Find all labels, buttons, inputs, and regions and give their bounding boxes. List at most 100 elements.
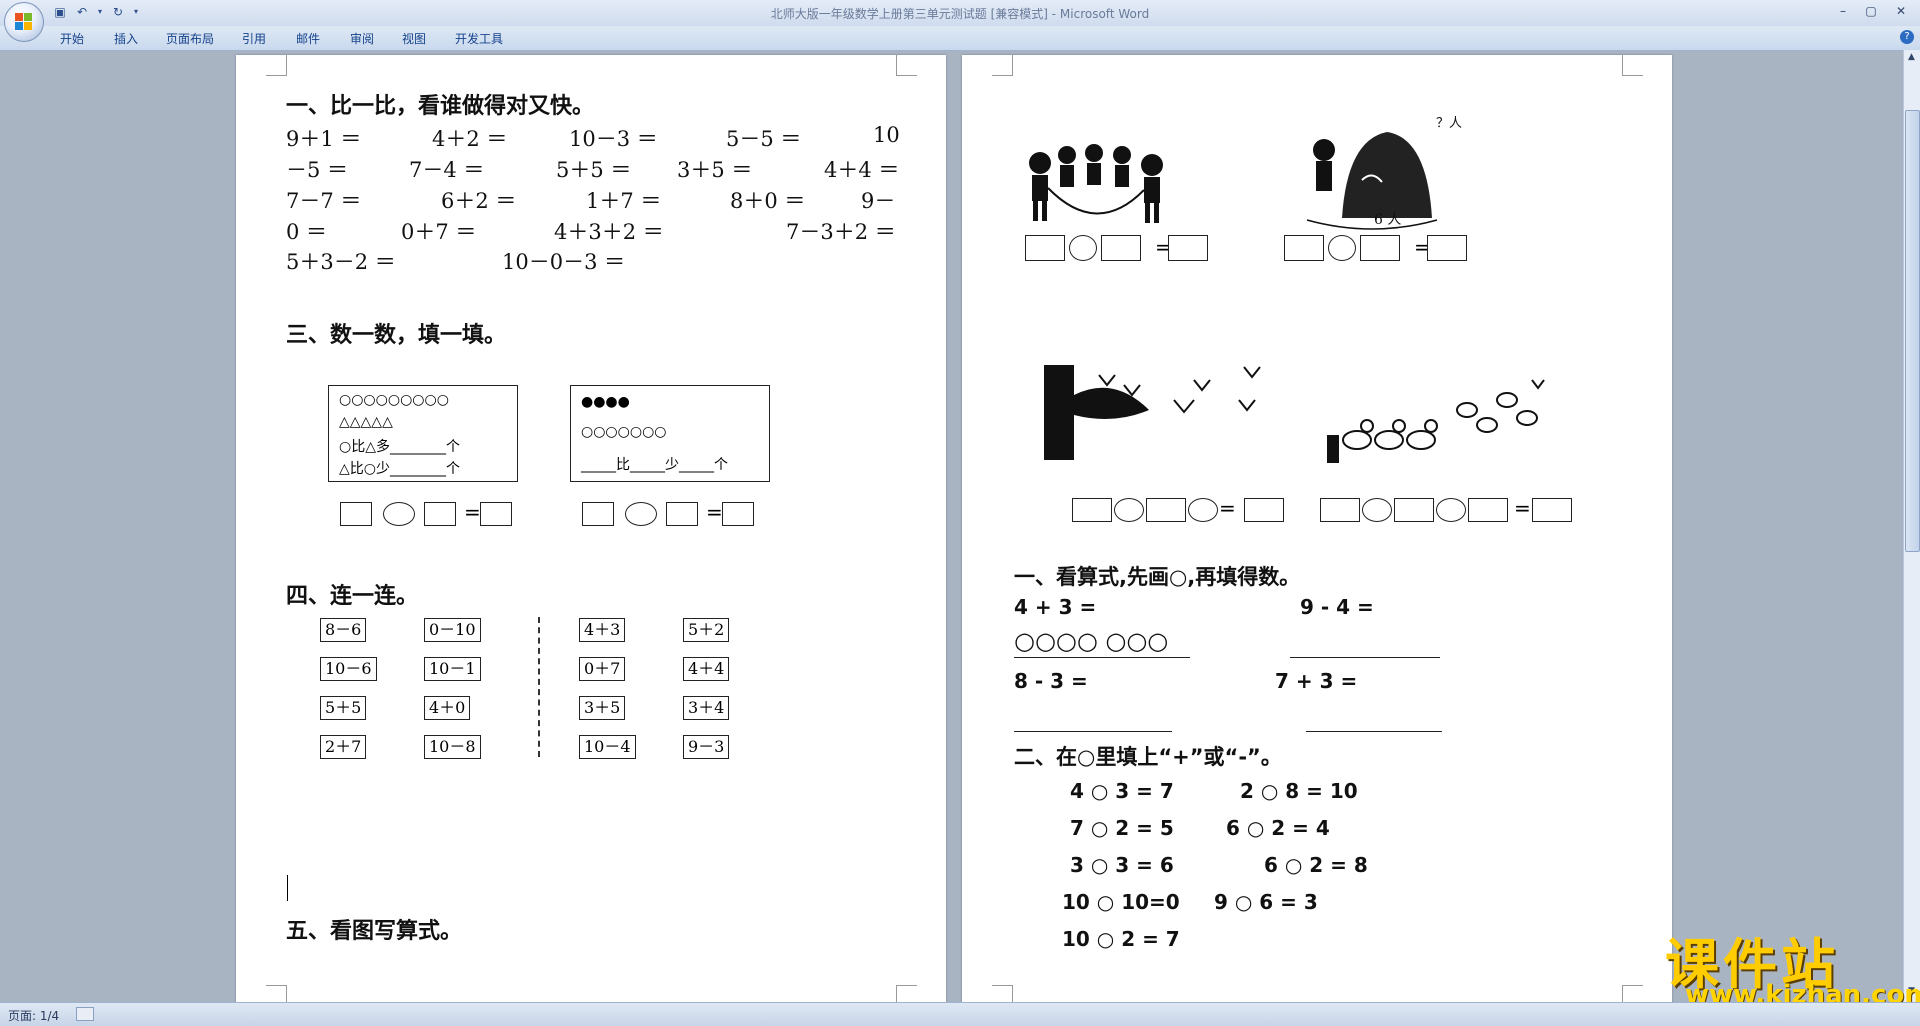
tab-mailings[interactable]: 邮件 (296, 30, 320, 47)
minimize-icon[interactable]: – (1830, 2, 1856, 20)
equation: 4 + 3 = (1014, 595, 1097, 619)
tab-view[interactable]: 视图 (402, 30, 426, 47)
answer-box (1532, 498, 1572, 522)
match-card[interactable]: 9－3 (683, 735, 730, 759)
rock-picture (1306, 132, 1438, 230)
answer-box (1168, 235, 1208, 261)
help-icon[interactable]: ? (1900, 30, 1914, 44)
section-4-title: 四、连一连。 (286, 584, 419, 609)
operator-circle (1328, 235, 1356, 261)
margin-mark (896, 55, 917, 76)
match-card[interactable]: 2＋7 (320, 735, 367, 759)
match-card[interactable]: 10－1 (424, 657, 481, 681)
equation: 9 - 4 = (1300, 595, 1374, 619)
equals-sign: = (1219, 496, 1236, 520)
text-cursor (287, 875, 288, 901)
picture-label: 6 人 (1374, 212, 1402, 228)
equation: 7－7 ＝ (286, 189, 362, 213)
answer-box (722, 502, 754, 526)
comparison-line: △比○少________个 (339, 461, 460, 477)
customize-toolbar-icon[interactable]: ▾ (132, 4, 140, 20)
equation: 6＋2 ＝ (441, 189, 517, 213)
status-bar: 页面: 1/4 (0, 1002, 1920, 1026)
equation: 1＋7 ＝ (586, 189, 662, 213)
match-card[interactable]: 4＋0 (424, 696, 471, 720)
tab-insert[interactable]: 插入 (114, 30, 138, 47)
tree-birds-picture (1044, 365, 1261, 460)
match-card[interactable]: 4＋3 (579, 618, 626, 642)
count-box-1: ○○○○○○○○○ △△△△△ ○比△多________个 △比○少______… (328, 385, 518, 482)
operator-equation: 9 ○ 6 = 3 (1214, 890, 1318, 914)
tab-review[interactable]: 审阅 (350, 30, 374, 47)
tab-references[interactable]: 引用 (242, 30, 266, 47)
proofing-icon[interactable] (76, 1007, 94, 1021)
tab-home[interactable]: 开始 (60, 30, 84, 47)
operator-equation: 10 ○ 10=0 (1062, 890, 1180, 914)
answer-box (424, 502, 456, 526)
section-a-title: 一、看算式,先画○,再填得数。 (1014, 565, 1301, 589)
match-card[interactable]: 3＋4 (683, 696, 730, 720)
redo-icon[interactable]: ↻ (110, 4, 126, 20)
equation: 0＋7 ＝ (401, 220, 477, 244)
match-card[interactable]: 10－4 (579, 735, 636, 759)
match-card[interactable]: 8－6 (320, 618, 367, 642)
match-card[interactable]: 5＋5 (320, 696, 367, 720)
equation: 9－ (861, 189, 896, 213)
operator-circle (625, 502, 657, 526)
undo-icon[interactable]: ↶ (74, 4, 90, 20)
tab-developer[interactable]: 开发工具 (455, 30, 503, 47)
answer-box (1320, 498, 1360, 522)
equation: 7－3＋2 ＝ (786, 220, 896, 244)
children-picture (1029, 144, 1163, 223)
match-card[interactable]: 5＋2 (683, 618, 730, 642)
office-logo-icon (15, 13, 33, 31)
page-indicator[interactable]: 页面: 1/4 (8, 1007, 59, 1024)
undo-dropdown-icon[interactable]: ▾ (96, 4, 104, 20)
answer-line (1014, 731, 1172, 732)
circles-row: ○○○○○○○○○ (339, 392, 449, 408)
save-icon[interactable]: ▣ (52, 4, 68, 20)
comparison-line: ○比△多________个 (339, 439, 460, 455)
section-1-title: 一、比一比，看谁做得对又快。 (286, 94, 595, 119)
picture-label: ？人 (1436, 116, 1463, 131)
triangles-row: △△△△△ (339, 414, 393, 430)
maximize-icon[interactable]: ▢ (1858, 2, 1884, 20)
office-button[interactable] (4, 2, 44, 42)
match-card[interactable]: 10－8 (424, 735, 481, 759)
margin-mark (992, 55, 1013, 76)
match-card[interactable]: 0－10 (424, 618, 481, 642)
equation: 10 (873, 123, 900, 147)
close-icon[interactable]: ✕ (1888, 2, 1914, 20)
match-card[interactable]: 10－6 (320, 657, 377, 681)
match-card[interactable]: 4＋4 (683, 657, 730, 681)
vertical-scrollbar[interactable]: ▲ ▼ (1903, 50, 1920, 1002)
answer-box (1284, 235, 1324, 261)
operator-circle (1069, 235, 1097, 261)
equation: 4＋4 ＝ (824, 158, 900, 182)
ribbon-tabs: 开始 插入 页面布局 引用 邮件 审阅 视图 开发工具 ? (0, 26, 1920, 51)
tab-page-layout[interactable]: 页面布局 (166, 30, 214, 47)
operator-equation: 2 ○ 8 = 10 (1240, 779, 1358, 803)
operator-circle (383, 502, 415, 526)
margin-mark (266, 55, 287, 76)
ducks-picture (1327, 379, 1545, 463)
operator-equation: 10 ○ 2 = 7 (1062, 927, 1180, 951)
answer-line (1290, 657, 1440, 658)
scrollbar-thumb[interactable] (1905, 110, 1920, 552)
operator-equation: 7 ○ 2 = 5 (1070, 816, 1174, 840)
scroll-up-icon[interactable]: ▲ (1905, 52, 1918, 66)
answer-box (1101, 235, 1141, 261)
equation: 3＋5 ＝ (677, 158, 753, 182)
equation: 4＋2 ＝ (432, 127, 508, 151)
document-page-right: ？人 6 人 = = = = 一、看算式,先画○,再填得数。 4 + 3 = 9… (962, 55, 1672, 1006)
equals-sign: = (1514, 496, 1531, 520)
equation: 10－3 ＝ (569, 127, 658, 151)
equation: 9＋1 ＝ (286, 127, 362, 151)
match-card[interactable]: 3＋5 (579, 696, 626, 720)
watermark-logo: 课件站 www.kjzhan.com (1665, 920, 1920, 1010)
equation: －5 ＝ (286, 158, 349, 182)
dashed-divider (538, 617, 540, 757)
match-card[interactable]: 0＋7 (579, 657, 626, 681)
answer-line (1306, 731, 1442, 732)
underline (1014, 657, 1190, 658)
